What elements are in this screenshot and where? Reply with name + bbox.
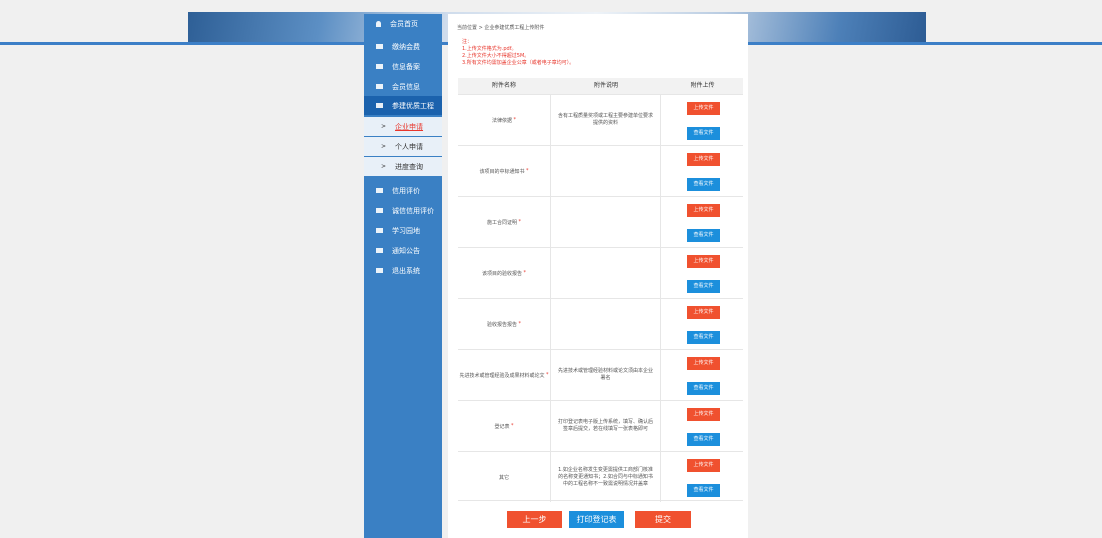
sidebar-subitem-label: 个人申请 [395,142,424,151]
main-content: 当前位置 > 企业参建优质工程上传附件 注： 1.上传文件格式为.pdf。 2.… [448,14,748,538]
column-header: 附件名称 [491,82,516,89]
table-row: 该项目的中标通知书 * 上传文件查看文件 [458,145,743,196]
attachment-name: 该项目的中标通知书 * [458,146,551,196]
sidebar-item-label: 诚信信用评价 [392,206,434,215]
table-header: 附件名称 附件说明 附件上传 [458,78,743,94]
note-line: 3.所有文件均需加盖企业公章（或者电子章均可）。 [462,60,575,66]
sidebar-item-dues[interactable]: 缴纳会费 [364,37,442,56]
attachment-name: 法律依据 * [458,95,551,145]
sidebar-item-learning[interactable]: 学习园地 [364,221,442,240]
chevron-right-icon: > [381,143,387,150]
attachment-desc [551,299,661,349]
note-line: 注： [462,39,473,45]
upload-file-button[interactable]: 上传文件 [687,153,720,166]
table-row: 验收报告报告 * 上传文件查看文件 [458,298,743,349]
view-file-button[interactable]: 查看文件 [687,178,720,191]
column-header: 附件说明 [593,82,618,89]
sidebar-item-label: 学习园地 [392,226,420,235]
person-icon [376,20,381,27]
upload-file-button[interactable]: 上传文件 [687,102,720,115]
view-file-button[interactable]: 查看文件 [687,229,720,242]
upload-file-button[interactable]: 上传文件 [687,357,720,370]
sidebar-item-member-info[interactable]: 会员信息 [364,77,442,96]
attachment-desc: 先进技术或管理经验材料或论文须由本企业署名 [551,350,661,400]
print-form-button[interactable]: 打印登记表 [569,511,624,528]
sidebar-subitem-progress[interactable]: > 进度查询 [364,157,442,176]
table-row: 法律依据 * 含有工程质量奖项或工程主要参建单位要求提供的资料 上传文件查看文件 [458,94,743,145]
exit-icon [376,268,383,273]
attachment-name: 其它 [458,452,551,502]
card-icon [376,228,383,233]
upload-file-button[interactable]: 上传文件 [687,408,720,421]
sidebar-subitem-label: 进度查询 [395,162,424,171]
sidebar-item-label: 会员信息 [392,82,420,91]
attachment-desc [551,197,661,247]
table-row: 施工合同证明 * 上传文件查看文件 [458,196,743,247]
submit-button[interactable]: 提交 [635,511,691,528]
sidebar-item-label: 缴纳会费 [392,42,420,51]
sidebar-item-filing[interactable]: 信息备案 [364,57,442,76]
view-file-button[interactable]: 查看文件 [687,484,720,497]
sidebar-item-credit-eval[interactable]: 信用评价 [364,181,442,200]
sidebar-item-quality-project[interactable]: 参建优质工程 [364,96,442,115]
breadcrumb: 当前位置 > 企业参建优质工程上传附件 [457,25,545,31]
view-file-button[interactable]: 查看文件 [687,433,720,446]
chevron-right-icon: > [381,123,387,130]
sidebar-subitem-label: 企业申请 [395,122,424,131]
card-icon [376,103,383,108]
table-row: 该项目的验收报告 * 上传文件查看文件 [458,247,743,298]
attachment-desc [551,248,661,298]
sidebar-item-integrity-eval[interactable]: 诚信信用评价 [364,201,442,220]
attachment-desc: 1.如企业名称发生变更需提供工商部门核准的名称变更通知书；2.如合同与中标通知书… [551,452,661,502]
sidebar-subitem-personal[interactable]: > 个人申请 [364,137,442,156]
book-icon [376,64,383,69]
sidebar-item-label: 参建优质工程 [392,101,434,110]
note-line: 2.上传文件大小不得超过5M。 [462,53,530,59]
card-icon [376,248,383,253]
attachment-name: 验收报告报告 * [458,299,551,349]
view-file-button[interactable]: 查看文件 [687,280,720,293]
attachment-name: 施工合同证明 * [458,197,551,247]
sidebar-item-label: 会员首页 [390,19,418,28]
upload-notes: 注： 1.上传文件格式为.pdf。 2.上传文件大小不得超过5M。 3.所有文件… [462,39,574,67]
sidebar-item-label: 退出系统 [392,266,420,275]
doc-icon [376,208,383,213]
sidebar: 会员首页 缴纳会费 信息备案 会员信息 参建优质工程 > 企业申请 > 个人申请… [364,14,442,538]
table-row: 其它 1.如企业名称发生变更需提供工商部门核准的名称变更通知书；2.如合同与中标… [458,451,743,502]
sidebar-item-home[interactable]: 会员首页 [364,14,442,33]
table-row: 先进技术或管理经验及成果材料或论文 * 先进技术或管理经验材料或论文须由本企业署… [458,349,743,400]
upload-file-button[interactable]: 上传文件 [687,306,720,319]
sidebar-item-notices[interactable]: 通知公告 [364,241,442,260]
attachment-desc [551,146,661,196]
prev-step-button[interactable]: 上一步 [507,511,562,528]
chevron-right-icon: > [381,163,387,170]
sidebar-item-label: 通知公告 [392,246,420,255]
view-file-button[interactable]: 查看文件 [687,382,720,395]
card-icon [376,84,383,89]
view-file-button[interactable]: 查看文件 [687,331,720,344]
attachment-name: 登记表 * [458,401,551,451]
attachment-name: 先进技术或管理经验及成果材料或论文 * [458,350,551,400]
upload-file-button[interactable]: 上传文件 [687,255,720,268]
attachment-name: 该项目的验收报告 * [458,248,551,298]
column-header: 附件上传 [690,82,715,89]
sidebar-item-label: 信息备案 [392,62,420,71]
note-line: 1.上传文件格式为.pdf。 [462,46,517,52]
upload-file-button[interactable]: 上传文件 [687,204,720,217]
sidebar-item-logout[interactable]: 退出系统 [364,261,442,280]
table-row: 登记表 * 打印登记表电子版上传系统，填写、确认后签章后提交，若在线填写一张表格… [458,400,743,451]
attachment-desc: 打印登记表电子版上传系统，填写、确认后签章后提交，若在线填写一张表格即可 [551,401,661,451]
doc-icon [376,188,383,193]
doc-icon [376,44,383,49]
sidebar-subitem-enterprise[interactable]: > 企业申请 [364,117,442,136]
view-file-button[interactable]: 查看文件 [687,127,720,140]
upload-file-button[interactable]: 上传文件 [687,459,720,472]
sidebar-item-label: 信用评价 [392,186,420,195]
attachment-desc: 含有工程质量奖项或工程主要参建单位要求提供的资料 [551,95,661,145]
